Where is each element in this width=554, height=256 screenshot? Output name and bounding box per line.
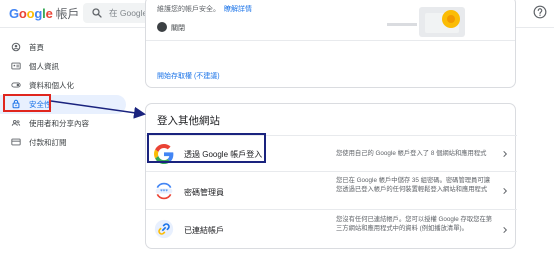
- sidebar-item-label: 個人資訊: [29, 62, 59, 71]
- chevron-right-icon: [503, 226, 508, 234]
- divider: [146, 40, 515, 41]
- security-illustration: [387, 7, 465, 37]
- logo-letter: e: [45, 6, 53, 21]
- account-label: 帳戶: [55, 7, 80, 21]
- credit-card-icon: [11, 138, 21, 146]
- sidebar-item-label: 資料和個人化: [29, 81, 74, 90]
- google-account-logo[interactable]: Google 帳戶: [9, 5, 79, 22]
- logo-letter: G: [9, 6, 19, 21]
- logo-letter: g: [34, 6, 43, 21]
- google-signin-highlight-box: [147, 133, 266, 163]
- search-icon[interactable]: [91, 7, 103, 19]
- sidebar-item-data-privacy[interactable]: 資料和個人化: [0, 76, 126, 95]
- sidebar-nav: 首頁 個人資訊 資料和個人化 安全性 使用者和分享內容 付款和訂閱: [0, 28, 130, 256]
- card-title: 登入其他網站: [157, 115, 220, 127]
- close-toggle-icon[interactable]: [157, 22, 167, 32]
- sidebar-item-label: 使用者和分享內容: [29, 119, 89, 128]
- password-key-icon: ***: [155, 182, 173, 200]
- sidebar-item-home[interactable]: 首頁: [0, 38, 126, 57]
- people-icon: [11, 120, 21, 126]
- link-icon: [154, 219, 174, 239]
- learn-more-link[interactable]: 瞭解詳情: [224, 6, 252, 13]
- list-item-linked-accounts[interactable]: 已連結帳戶 您沒有任何已連結帳戶。您可以授權 Google 存取您在第三方網站和…: [146, 209, 517, 249]
- list-item-password-manager[interactable]: *** 密碼管理員 您已在 Google 帳戶中儲存 35 組密碼。密碼管理員可…: [146, 171, 517, 209]
- chevron-right-icon: [503, 187, 508, 195]
- logo-letter: o: [18, 6, 27, 21]
- security-highlight-box: [3, 94, 51, 112]
- home-circle-icon: [11, 42, 21, 52]
- signin-other-sites-card: 登入其他網站 透過 Google 帳戶登入 您使用自己的 Google 帳戶登入…: [145, 103, 517, 249]
- help-icon[interactable]: [533, 5, 547, 19]
- enable-access-link[interactable]: 開始存取權 (不建議): [157, 71, 220, 81]
- sidebar-item-people-sharing[interactable]: 使用者和分享內容: [0, 114, 126, 133]
- sidebar-item-payments[interactable]: 付款和訂閱: [0, 133, 126, 152]
- row-description: 您已在 Google 帳戶中儲存 35 組密碼。密碼管理員可讓您透過已登入帳戶的…: [336, 177, 490, 193]
- sidebar-item-label: 首頁: [29, 43, 44, 52]
- sidebar-item-label: 付款和訂閱: [29, 138, 67, 147]
- row-label: 密碼管理員: [184, 188, 224, 197]
- sidebar-item-personal-info[interactable]: 個人資訊: [0, 57, 126, 76]
- row-label: 已連結帳戶: [184, 226, 224, 235]
- row-description: 您沒有任何已連結帳戶。您可以授權 Google 存取您在第三方網站和應用程式中的…: [336, 216, 493, 232]
- toggle-icon: [11, 82, 21, 88]
- row-description: 您使用自己的 Google 帳戶登入了 8 個網站和應用程式: [336, 150, 487, 157]
- security-tip: 維護您的帳戶安全。 瞭解詳情: [157, 4, 252, 14]
- close-label: 關閉: [171, 25, 185, 32]
- account-security-card: 維護您的帳戶安全。 瞭解詳情 關閉 開始存取權 (不建議): [145, 0, 516, 88]
- id-card-icon: [11, 62, 21, 70]
- security-tip-text: 維護您的帳戶安全。: [157, 6, 220, 13]
- chevron-right-icon: [503, 150, 508, 158]
- svg-text:***: ***: [160, 189, 168, 195]
